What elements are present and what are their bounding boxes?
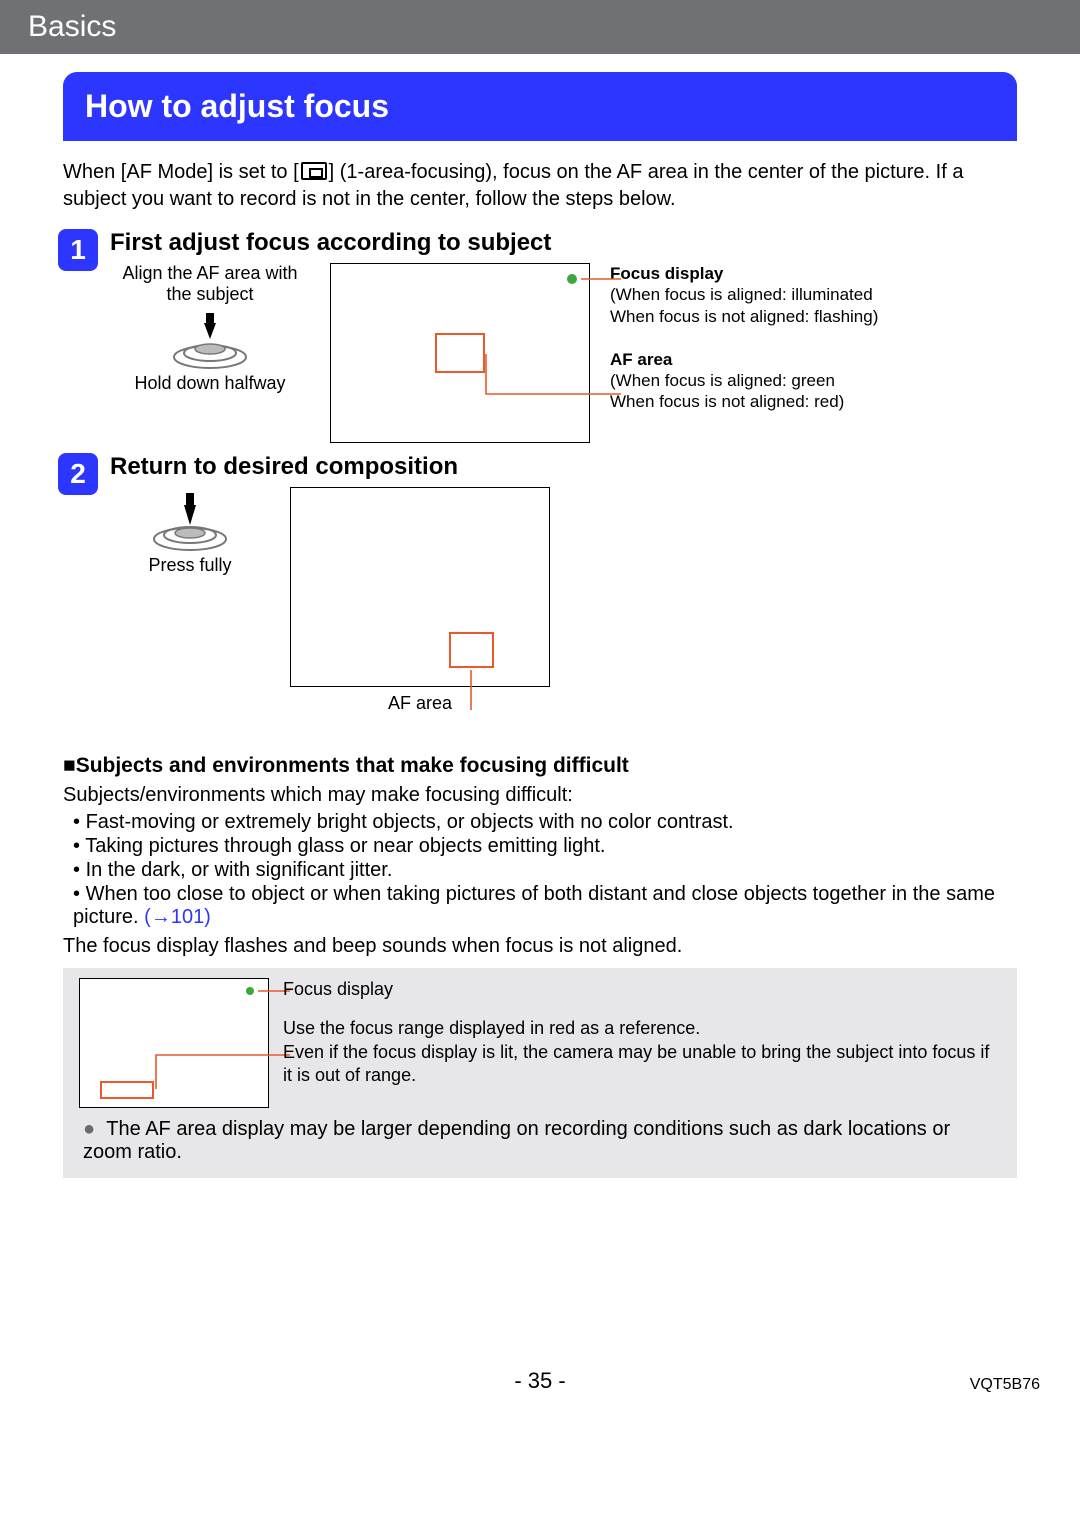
bullet-4: • When too close to object or when takin… (73, 883, 1017, 929)
shutter-full-icon (145, 491, 235, 551)
step-2: 2 Return to desired composition Press fu (58, 453, 1017, 714)
page-content: How to adjust focus When [AF Mode] is se… (0, 72, 1080, 1198)
af-area-line2: When focus is not aligned: red) (610, 391, 1017, 412)
subjects-bullets: • Fast-moving or extremely bright object… (73, 811, 1017, 929)
square-bullet-icon: ■ (63, 754, 76, 777)
doc-code: VQT5B76 (970, 1376, 1040, 1394)
shutter-caption-2: Press fully (110, 555, 270, 576)
step-1: 1 First adjust focus according to subjec… (58, 229, 1017, 443)
page-title-banner: How to adjust focus (63, 72, 1017, 141)
focus-display-line2: When focus is not aligned: flashing) (610, 306, 1017, 327)
shutter-caption-top: Align the AF area with the subject (110, 263, 310, 305)
bullet-2: • Taking pictures through glass or near … (73, 835, 1017, 858)
step-1-title: First adjust focus according to subject (110, 229, 1017, 257)
subjects-intro: Subjects/environments which may make foc… (63, 784, 1017, 807)
subjects-heading-text: Subjects and environments that make focu… (76, 754, 629, 777)
step-2-number: 2 (58, 453, 98, 495)
section-header: Basics (0, 0, 1080, 54)
gray-callout-2a: Use the focus range displayed in red as … (283, 1017, 1001, 1040)
bullet-1: • Fast-moving or extremely bright object… (73, 811, 1017, 834)
step-1-callouts: Focus display (When focus is aligned: il… (610, 263, 1017, 443)
page-number: - 35 - (514, 1368, 565, 1393)
bullet-3: • In the dark, or with significant jitte… (73, 859, 1017, 882)
one-area-icon (301, 162, 327, 180)
subjects-heading: ■Subjects and environments that make foc… (63, 754, 1017, 778)
shutter-column-2: Press fully (110, 487, 270, 576)
gray-callout-2b: Even if the focus display is lit, the ca… (283, 1041, 1001, 1088)
shutter-half-icon (165, 309, 255, 369)
focus-display-line1: (When focus is aligned: illuminated (610, 284, 1017, 305)
page-title: How to adjust focus (85, 88, 389, 124)
focus-display-note-box: Focus display Use the focus range displa… (63, 968, 1017, 1178)
page-footer: - 35 - VQT5B76 (0, 1368, 1080, 1424)
af-area-title: AF area (610, 349, 1017, 370)
focus-diagram (79, 978, 269, 1108)
focus-display-title: Focus display (610, 263, 1017, 284)
shutter-caption-bottom: Hold down halfway (110, 373, 310, 394)
viewfinder-diagram-1 (330, 263, 590, 443)
step-1-number: 1 (58, 229, 98, 271)
section-title: Basics (28, 10, 116, 43)
gray-callout-1: Focus display (283, 978, 1001, 1001)
af-area-line1: (When focus is aligned: green (610, 370, 1017, 391)
subjects-section: ■Subjects and environments that make foc… (63, 754, 1017, 958)
page-link-101[interactable]: (→101) (144, 906, 211, 928)
shutter-column: Align the AF area with the subject Hold … (110, 263, 310, 443)
subjects-note: The focus display flashes and beep sound… (63, 935, 1017, 958)
intro-text: When [AF Mode] is set to [] (1-area-focu… (63, 159, 1017, 213)
viewfinder-diagram-2 (290, 487, 550, 687)
gray-bullet: The AF area display may be larger depend… (79, 1118, 1001, 1164)
intro-before: When [AF Mode] is set to [ (63, 161, 299, 183)
